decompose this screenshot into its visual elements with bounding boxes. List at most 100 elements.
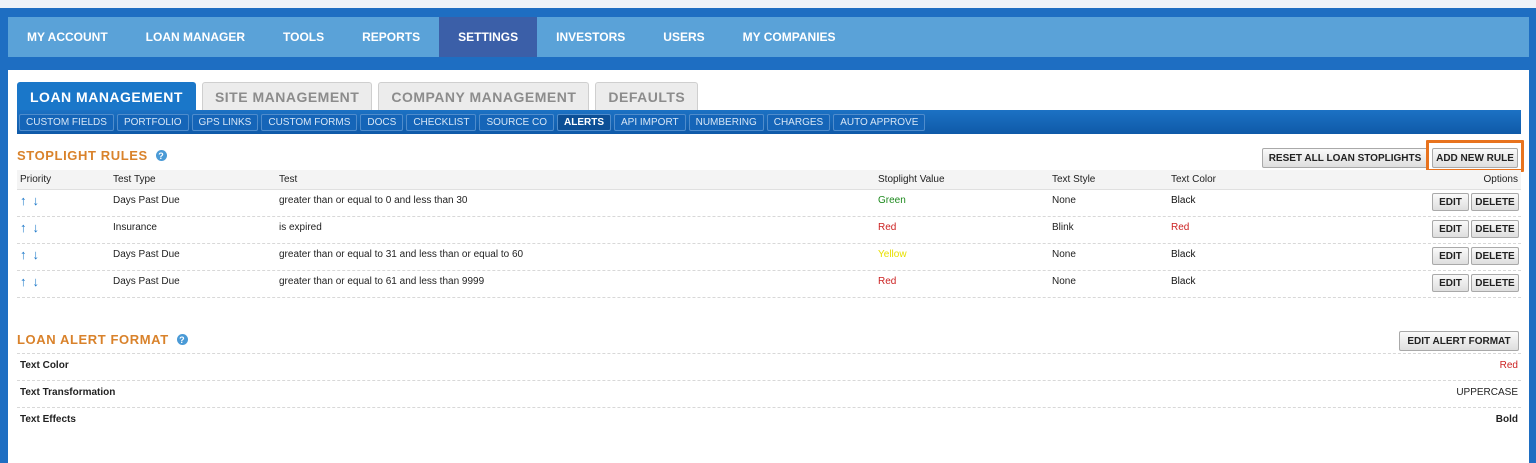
subtab-auto-approve[interactable]: AUTO APPROVE [833,113,926,131]
stoplight-rules-table: Priority Test Type Test Stoplight Value … [17,170,1521,298]
nav-item-investors[interactable]: INVESTORS [537,17,644,57]
nav-item-loan-manager[interactable]: LOAN MANAGER [127,17,264,57]
nav-item-my-companies[interactable]: MY COMPANIES [724,17,855,57]
subtab-numbering[interactable]: NUMBERING [688,113,764,131]
text-style-cell: None [1052,249,1076,260]
text-style-cell: None [1052,276,1076,287]
text-color-cell: Black [1171,276,1196,287]
edit-rule-button[interactable]: EDIT [1432,193,1469,211]
help-icon[interactable]: ? [176,334,188,345]
column-header-text-color: Text Color [1171,174,1217,185]
delete-rule-button[interactable]: DELETE [1471,274,1519,292]
alert-format-table: Text Color Red Text Transformation UPPERCAS… [17,353,1521,434]
delete-rule-button[interactable]: DELETE [1471,247,1519,265]
tab-site-management[interactable]: SITE MANAGEMENT [201,82,373,110]
column-header-test-type: Test Type [113,174,156,185]
loan-alert-format-heading: LOAN ALERT FORMAT [17,332,169,347]
delete-rule-button[interactable]: DELETE [1471,220,1519,238]
stoplight-value-cell: Yellow [878,249,907,260]
table-row: ↑ ↓ Days Past Due greater than or equal to … [17,271,1521,298]
tab-company-management[interactable]: COMPANY MANAGEMENT [378,82,590,110]
table-header-row: Priority Test Type Test Stoplight Value … [17,170,1521,190]
edit-rule-button[interactable]: EDIT [1432,274,1469,292]
priority-controls: ↑ ↓ [20,218,45,240]
test-type-cell: Days Past Due [113,276,180,287]
subtab-source-co[interactable]: SOURCE CO [479,113,554,131]
move-down-icon[interactable]: ↓ [33,247,40,262]
column-header-text-style: Text Style [1052,174,1096,185]
subtab-portfolio[interactable]: PORTFOLIO [116,113,189,131]
move-up-icon[interactable]: ↑ [20,220,27,235]
priority-controls: ↑ ↓ [20,191,45,213]
help-icon[interactable]: ? [155,150,167,161]
move-up-icon[interactable]: ↑ [20,274,27,289]
move-up-icon[interactable]: ↑ [20,193,27,208]
subtab-api-import[interactable]: API IMPORT [614,113,686,131]
subtab-docs[interactable]: DOCS [360,113,404,131]
alert-format-row: Text Transformation UPPERCASE [17,380,1521,407]
column-header-stoplight-value: Stoplight Value [878,174,945,185]
subtab-custom-forms[interactable]: CUSTOM FORMS [261,113,358,131]
window-top-strip [0,0,1536,8]
text-color-cell: Black [1171,249,1196,260]
test-cell: greater than or equal to 61 and less tha… [279,276,485,287]
subtab-checklist[interactable]: CHECKLIST [406,113,477,131]
edit-rule-button[interactable]: EDIT [1432,220,1469,238]
column-header-priority: Priority [20,174,52,185]
text-color-cell: Black [1171,195,1196,206]
highlight-add-new-rule [1426,140,1524,172]
alert-format-label: Text Color [20,360,69,371]
subtab-charges[interactable]: CHARGES [766,113,831,131]
nav-item-tools[interactable]: TOOLS [264,17,343,57]
move-up-icon[interactable]: ↑ [20,247,27,262]
edit-rule-button[interactable]: EDIT [1432,247,1469,265]
test-type-cell: Insurance [113,222,157,233]
alert-format-value: Bold [1495,414,1518,425]
priority-controls: ↑ ↓ [20,245,45,267]
test-cell: greater than or equal to 0 and less than… [279,195,468,206]
test-cell: greater than or equal to 31 and less tha… [279,249,524,260]
test-cell: is expired [279,222,322,233]
table-row: ↑ ↓ Days Past Due greater than or equal to … [17,244,1521,271]
text-style-cell: Blink [1052,222,1074,233]
secondary-tabs: CUSTOM FIELDS PORTFOLIO GPS LINKS CUSTOM FO… [17,110,1521,134]
nav-item-users[interactable]: USERS [644,17,723,57]
stoplight-rules-title: STOPLIGHT RULES ? [17,148,167,163]
alert-format-value: Red [1499,360,1518,371]
alert-format-label: Text Effects [20,414,76,425]
stoplight-value-cell: Red [878,276,897,287]
primary-tabs: LOAN MANAGEMENT SITE MANAGEMENT COMPANY MA… [17,82,699,110]
subtab-gps-links[interactable]: GPS LINKS [191,113,259,131]
nav-item-reports[interactable]: REPORTS [343,17,439,57]
subtab-custom-fields[interactable]: CUSTOM FIELDS [19,113,114,131]
table-row: ↑ ↓ Insurance is expired Red Blink Red EDIT DELE… [17,217,1521,244]
text-style-cell: None [1052,195,1076,206]
move-down-icon[interactable]: ↓ [33,193,40,208]
subtab-alerts[interactable]: ALERTS [557,113,611,131]
alert-format-label: Text Transformation [20,387,116,398]
test-type-cell: Days Past Due [113,195,180,206]
nav-item-my-account[interactable]: MY ACCOUNT [8,17,127,57]
loan-alert-format-title: LOAN ALERT FORMAT ? [17,332,188,347]
alert-format-row: Text Color Red [17,353,1521,380]
table-row: ↑ ↓ Days Past Due greater than or equal to … [17,190,1521,217]
edit-alert-format-button[interactable]: EDIT ALERT FORMAT [1399,331,1519,351]
priority-controls: ↑ ↓ [20,272,45,294]
stoplight-value-cell: Green [878,195,906,206]
stoplight-rules-heading: STOPLIGHT RULES [17,148,148,163]
column-header-test: Test [279,174,298,185]
column-header-options: Options [1483,174,1518,185]
tab-defaults[interactable]: DEFAULTS [595,82,699,110]
delete-rule-button[interactable]: DELETE [1471,193,1519,211]
alert-format-value: UPPERCASE [1456,387,1518,398]
reset-all-loan-stoplights-button[interactable]: RESET ALL LOAN STOPLIGHTS [1262,148,1428,168]
settings-panel: LOAN MANAGEMENT SITE MANAGEMENT COMPANY MA… [8,70,1529,463]
stoplight-value-cell: Red [878,222,897,233]
tab-loan-management[interactable]: LOAN MANAGEMENT [17,82,196,110]
move-down-icon[interactable]: ↓ [33,274,40,289]
alert-format-row: Text Effects Bold [17,407,1521,434]
text-color-cell: Red [1171,222,1190,233]
nav-item-settings[interactable]: SETTINGS [439,17,538,57]
main-nav: MY ACCOUNT LOAN MANAGER TOOLS REPORTS SETTIN… [8,17,1529,57]
move-down-icon[interactable]: ↓ [33,220,40,235]
